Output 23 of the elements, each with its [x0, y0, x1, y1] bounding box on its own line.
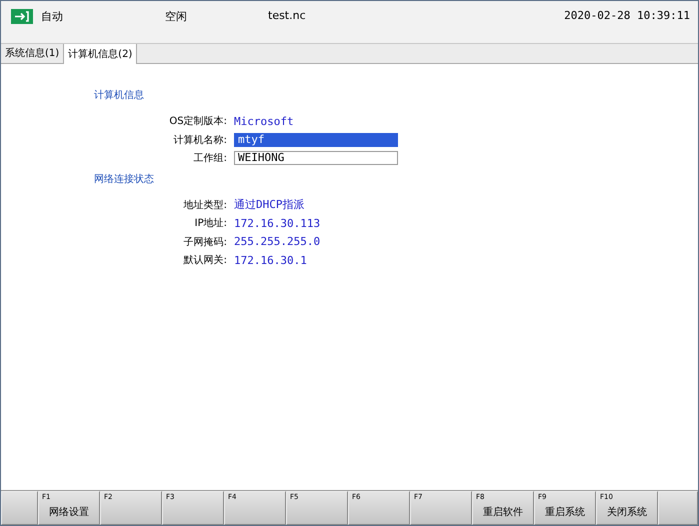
- blank-key: [658, 491, 698, 525]
- field-label: OS定制版本:: [168, 114, 227, 128]
- blank-key: [1, 491, 38, 525]
- mode-label: 自动: [41, 9, 64, 24]
- field-label: 计算机名称:: [172, 134, 227, 147]
- input-field[interactable]: WEIHONG: [234, 151, 398, 166]
- field-value: 172.16.30.113: [234, 216, 320, 230]
- section-title: 网络连接状态: [94, 172, 155, 186]
- input-field[interactable]: mtyf: [234, 132, 398, 147]
- tab[interactable]: 计算机信息(2): [64, 44, 138, 64]
- field-label: 默认网关:: [182, 254, 227, 268]
- file-name: test.nc: [268, 9, 307, 22]
- field-label: 子网掩码:: [182, 236, 227, 249]
- state-label: 空闲: [165, 9, 188, 24]
- field-value: Microsoft: [234, 114, 294, 128]
- field-value: 255.255.255.0: [234, 235, 320, 248]
- field-label: IP地址:: [194, 216, 227, 230]
- field-label: 工作组:: [192, 152, 227, 166]
- field-label: 地址类型:: [182, 198, 227, 212]
- field-value: 通过DHCP指派: [234, 197, 304, 212]
- datetime: 2020-02-28 10:39:11: [564, 9, 690, 22]
- field-value: 172.16.30.1: [234, 254, 307, 267]
- section-title: 计算机信息: [94, 88, 145, 102]
